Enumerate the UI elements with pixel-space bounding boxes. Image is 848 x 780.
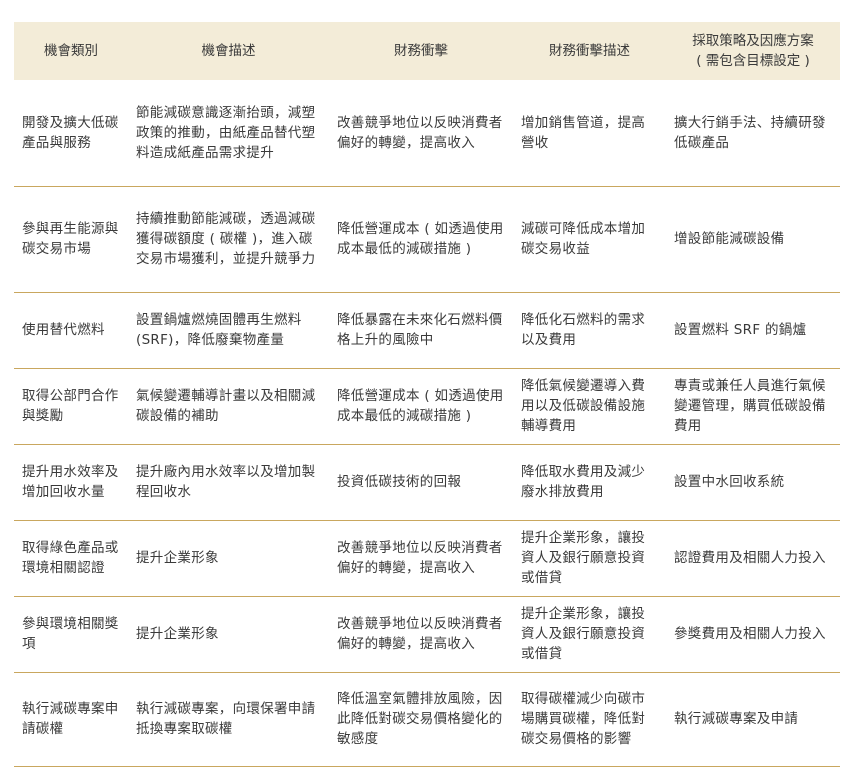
cell-description: 氣候變遷輔導計畫以及相關減碳設備的補助 bbox=[128, 368, 329, 445]
cell-strategy: 擴大行銷手法、持續研發低碳產品 bbox=[666, 80, 840, 187]
table-row: 提升用水效率及增加回收水量 提升廠內用水效率以及增加製程回收水 投資低碳技術的回… bbox=[14, 444, 840, 521]
cell-strategy: 設置中水回收系統 bbox=[666, 444, 840, 521]
cell-category: 使用替代燃料 bbox=[14, 292, 128, 369]
cell-category: 執行減碳專案申請碳權 bbox=[14, 672, 128, 767]
cell-strategy: 設置燃料 SRF 的鍋爐 bbox=[666, 292, 840, 369]
cell-financial-impact: 降低溫室氣體排放風險，因此降低對碳交易價格變化的敏感度 bbox=[329, 672, 513, 767]
table-row: 使用替代燃料 設置鍋爐燃燒固體再生燃料 (SRF)，降低廢棄物產量 降低暴露在未… bbox=[14, 292, 840, 369]
cell-strategy: 增設節能減碳設備 bbox=[666, 186, 840, 293]
cell-description: 節能減碳意識逐漸抬頭，減塑政策的推動，由紙產品替代塑料造成紙產品需求提升 bbox=[128, 80, 329, 187]
cell-financial-impact: 降低營運成本 ( 如透過使用成本最低的減碳措施 ) bbox=[329, 186, 513, 293]
cell-financial-impact: 改善競爭地位以反映消費者偏好的轉變，提高收入 bbox=[329, 520, 513, 597]
cell-strategy: 認證費用及相關人力投入 bbox=[666, 520, 840, 597]
cell-financial-impact-description: 提升企業形象，讓投資人及銀行願意投資或借貸 bbox=[513, 596, 666, 673]
cell-category: 提升用水效率及增加回收水量 bbox=[14, 444, 128, 521]
cell-financial-impact: 降低營運成本 ( 如透過使用成本最低的減碳措施 ) bbox=[329, 368, 513, 445]
opportunity-table-container: 機會類別 機會描述 財務衝擊 財務衝擊描述 採取策略及因應方案 ( 需包含目標設… bbox=[14, 22, 840, 767]
table-row: 參與再生能源與碳交易市場 持續推動節能減碳，透過減碳獲得碳額度 ( 碳權 )，進… bbox=[14, 186, 840, 293]
header-description: 機會描述 bbox=[128, 22, 329, 80]
cell-description: 執行減碳專案，向環保署申請抵換專案取碳權 bbox=[128, 672, 329, 767]
table-body: 開發及擴大低碳產品與服務 節能減碳意識逐漸抬頭，減塑政策的推動，由紙產品替代塑料… bbox=[14, 80, 840, 767]
cell-financial-impact-description: 提升企業形象，讓投資人及銀行願意投資或借貸 bbox=[513, 520, 666, 597]
table-row: 取得公部門合作與獎勵 氣候變遷輔導計畫以及相關減碳設備的補助 降低營運成本 ( … bbox=[14, 368, 840, 445]
climate-opportunity-table: 機會類別 機會描述 財務衝擊 財務衝擊描述 採取策略及因應方案 ( 需包含目標設… bbox=[14, 22, 840, 767]
cell-strategy: 專責或兼任人員進行氣候變遷管理，購買低碳設備費用 bbox=[666, 368, 840, 445]
cell-category: 參與再生能源與碳交易市場 bbox=[14, 186, 128, 293]
cell-strategy: 執行減碳專案及申請 bbox=[666, 672, 840, 767]
header-strategy-line1: 採取策略及因應方案 bbox=[692, 33, 814, 49]
cell-financial-impact: 降低暴露在未來化石燃料價格上升的風險中 bbox=[329, 292, 513, 369]
table-row: 開發及擴大低碳產品與服務 節能減碳意識逐漸抬頭，減塑政策的推動，由紙產品替代塑料… bbox=[14, 80, 840, 187]
cell-financial-impact-description: 降低取水費用及減少廢水排放費用 bbox=[513, 444, 666, 521]
cell-category: 參與環境相關獎項 bbox=[14, 596, 128, 673]
table-row: 取得綠色產品或環境相關認證 提升企業形象 改善競爭地位以反映消費者偏好的轉變，提… bbox=[14, 520, 840, 597]
cell-category: 取得公部門合作與獎勵 bbox=[14, 368, 128, 445]
cell-strategy: 參獎費用及相關人力投入 bbox=[666, 596, 840, 673]
cell-description: 提升企業形象 bbox=[128, 596, 329, 673]
table-row: 參與環境相關獎項 提升企業形象 改善競爭地位以反映消費者偏好的轉變，提高收入 提… bbox=[14, 596, 840, 673]
header-strategy: 採取策略及因應方案 ( 需包含目標設定 ) bbox=[666, 22, 840, 80]
table-header: 機會類別 機會描述 財務衝擊 財務衝擊描述 採取策略及因應方案 ( 需包含目標設… bbox=[14, 22, 840, 80]
cell-financial-impact-description: 降低化石燃料的需求以及費用 bbox=[513, 292, 666, 369]
cell-description: 持續推動節能減碳，透過減碳獲得碳額度 ( 碳權 )，進入碳交易市場獲利，並提升競… bbox=[128, 186, 329, 293]
table-row: 執行減碳專案申請碳權 執行減碳專案，向環保署申請抵換專案取碳權 降低溫室氣體排放… bbox=[14, 672, 840, 767]
cell-financial-impact: 改善競爭地位以反映消費者偏好的轉變，提高收入 bbox=[329, 80, 513, 187]
header-financial-impact-description: 財務衝擊描述 bbox=[513, 22, 666, 80]
cell-category: 開發及擴大低碳產品與服務 bbox=[14, 80, 128, 187]
header-row: 機會類別 機會描述 財務衝擊 財務衝擊描述 採取策略及因應方案 ( 需包含目標設… bbox=[14, 22, 840, 80]
cell-description: 提升廠內用水效率以及增加製程回收水 bbox=[128, 444, 329, 521]
header-strategy-line2: ( 需包含目標設定 ) bbox=[696, 53, 810, 69]
cell-description: 提升企業形象 bbox=[128, 520, 329, 597]
cell-financial-impact-description: 取得碳權減少向碳市場購買碳權，降低對碳交易價格的影響 bbox=[513, 672, 666, 767]
cell-financial-impact-description: 減碳可降低成本增加碳交易收益 bbox=[513, 186, 666, 293]
cell-description: 設置鍋爐燃燒固體再生燃料 (SRF)，降低廢棄物產量 bbox=[128, 292, 329, 369]
cell-category: 取得綠色產品或環境相關認證 bbox=[14, 520, 128, 597]
cell-financial-impact-description: 降低氣候變遷導入費用以及低碳設備設施輔導費用 bbox=[513, 368, 666, 445]
cell-financial-impact: 改善競爭地位以反映消費者偏好的轉變，提高收入 bbox=[329, 596, 513, 673]
header-category: 機會類別 bbox=[14, 22, 128, 80]
cell-financial-impact-description: 增加銷售管道，提高營收 bbox=[513, 80, 666, 187]
cell-financial-impact: 投資低碳技術的回報 bbox=[329, 444, 513, 521]
header-financial-impact: 財務衝擊 bbox=[329, 22, 513, 80]
